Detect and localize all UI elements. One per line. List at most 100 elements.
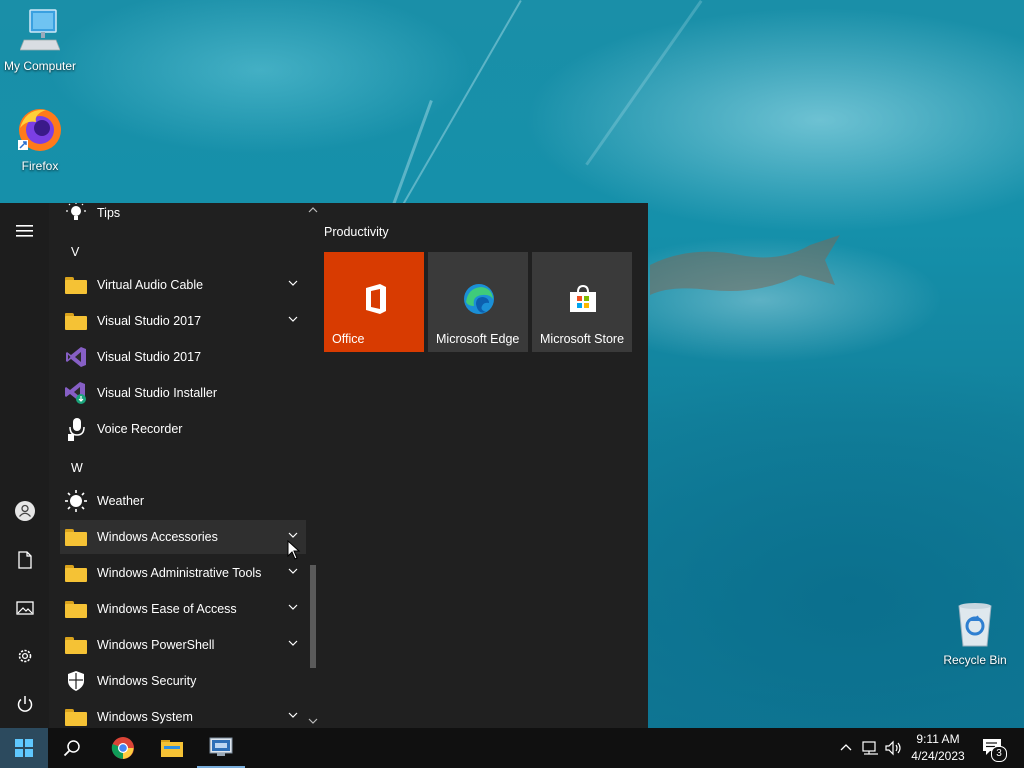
app-folder-windows-powershell[interactable]: Windows PowerShell xyxy=(60,628,306,662)
app-item-visual-studio-2017[interactable]: Visual Studio 2017 xyxy=(60,340,306,374)
tile-microsoft-store[interactable]: Microsoft Store xyxy=(532,252,632,352)
recycle-bin-icon xyxy=(958,603,992,647)
app-item-voice-recorder[interactable]: Voice Recorder xyxy=(60,412,306,446)
app-item-tips[interactable]: Tips xyxy=(60,203,306,230)
app-item-label: Visual Studio Installer xyxy=(97,386,217,400)
app-item-label: Virtual Audio Cable xyxy=(97,278,204,292)
folder-icon xyxy=(65,276,87,294)
shield-icon xyxy=(63,669,89,693)
app-item-label: Windows Ease of Access xyxy=(97,602,237,616)
chrome-icon xyxy=(111,737,134,759)
desktop-icon-my-computer[interactable]: My Computer xyxy=(0,8,80,73)
chevron-down-icon xyxy=(288,640,298,646)
clock-time[interactable]: 9:11 AM xyxy=(905,732,971,746)
folder-icon xyxy=(65,600,87,618)
edge-icon xyxy=(464,284,494,314)
tile-group-title[interactable]: Productivity xyxy=(324,225,389,239)
tile-label: Office xyxy=(332,332,365,346)
app-list-scrollbar[interactable] xyxy=(307,203,319,728)
letter-header-w[interactable]: W xyxy=(71,461,83,475)
folder-icon xyxy=(65,528,87,546)
sun-icon xyxy=(63,489,89,513)
action-center-button[interactable]: 3 xyxy=(982,738,1007,762)
chevron-down-icon xyxy=(288,532,298,538)
swimmer-shape xyxy=(650,235,840,295)
show-hidden-icons-icon[interactable] xyxy=(840,742,852,752)
desktop-icon-label: Firefox xyxy=(21,159,59,173)
app-item-label: Visual Studio 2017 xyxy=(97,350,202,364)
app-item-label: Weather xyxy=(97,494,145,508)
app-list: Tips V Virtual Audio Cable Visual Studio… xyxy=(49,203,307,728)
taskbar: 9:11 AM 4/24/2023 3 xyxy=(0,728,1024,768)
user-account-icon xyxy=(14,501,35,521)
microphone-icon xyxy=(63,417,89,441)
desktop-icon-recycle-bin[interactable]: Recycle Bin xyxy=(935,600,1015,667)
app-item-label: Tips xyxy=(97,206,121,220)
folder-icon xyxy=(65,564,87,582)
volume-icon[interactable] xyxy=(885,740,903,756)
clock-date[interactable]: 4/24/2023 xyxy=(905,749,971,763)
folder-icon xyxy=(65,708,87,726)
app-folder-virtual-audio-cable[interactable]: Virtual Audio Cable xyxy=(60,268,306,302)
app-item-label: Windows Accessories xyxy=(97,530,218,544)
tile-microsoft-edge[interactable]: Microsoft Edge xyxy=(428,252,528,352)
app-folder-windows-administrative-tools[interactable]: Windows Administrative Tools xyxy=(60,556,306,590)
chevron-down-icon xyxy=(288,604,298,610)
tile-label: Microsoft Store xyxy=(540,332,625,346)
app-folder-windows-ease-of-access[interactable]: Windows Ease of Access xyxy=(60,592,306,626)
start-button[interactable] xyxy=(0,728,48,768)
start-menu: Tips V Virtual Audio Cable Visual Studio… xyxy=(0,203,648,728)
app-folder-visual-studio-2017[interactable]: Visual Studio 2017 xyxy=(60,304,306,338)
office-icon xyxy=(366,284,386,314)
app-folder-windows-accessories[interactable]: Windows Accessories xyxy=(60,520,306,554)
letter-header-v[interactable]: V xyxy=(71,245,79,259)
windows-start-icon xyxy=(15,739,33,757)
desktop-icon-label: Recycle Bin xyxy=(943,653,1007,667)
desktop-icon-firefox[interactable]: Firefox xyxy=(0,106,80,173)
settings-button[interactable] xyxy=(0,636,49,676)
file-explorer-icon xyxy=(161,740,183,757)
tile-office[interactable]: Office xyxy=(324,252,424,352)
visual-studio-icon xyxy=(63,345,89,369)
pictures-button[interactable] xyxy=(0,588,49,628)
firefox-icon xyxy=(18,109,61,151)
hamburger-menu-button[interactable] xyxy=(0,211,49,251)
power-button[interactable] xyxy=(0,684,49,724)
app-folder-windows-system[interactable]: Windows System xyxy=(60,700,306,728)
taskbar-file-explorer[interactable] xyxy=(148,728,196,768)
taskbar-remote-desktop[interactable] xyxy=(197,728,245,768)
taskbar-chrome[interactable] xyxy=(99,728,147,768)
settings-icon xyxy=(18,649,31,663)
user-account-button[interactable] xyxy=(0,491,49,531)
app-item-label: Windows Security xyxy=(97,674,197,688)
chevron-down-icon xyxy=(288,712,298,718)
lightbulb-icon xyxy=(63,203,89,225)
documents-button[interactable] xyxy=(0,540,49,580)
search-button[interactable] xyxy=(48,728,96,768)
chevron-down-icon xyxy=(288,568,298,574)
folder-icon xyxy=(65,636,87,654)
chevron-down-icon xyxy=(288,316,298,322)
network-icon[interactable] xyxy=(862,740,880,756)
chevron-down-icon xyxy=(288,280,298,286)
start-menu-rail xyxy=(0,203,49,728)
scroll-down-icon[interactable] xyxy=(308,716,318,726)
scrollbar-thumb[interactable] xyxy=(310,565,316,668)
notification-count-badge: 3 xyxy=(991,746,1007,762)
app-item-label: Visual Studio 2017 xyxy=(97,314,202,328)
app-item-weather[interactable]: Weather xyxy=(60,484,306,518)
pictures-icon xyxy=(15,601,34,615)
computer-icon xyxy=(19,9,61,51)
store-icon xyxy=(570,284,596,312)
folder-icon xyxy=(65,312,87,330)
app-item-label: Windows Administrative Tools xyxy=(97,566,262,580)
mouse-cursor-icon xyxy=(287,540,301,560)
power-icon xyxy=(17,696,32,712)
app-item-windows-security[interactable]: Windows Security xyxy=(60,664,306,698)
scroll-up-icon[interactable] xyxy=(308,205,318,215)
app-item-visual-studio-installer[interactable]: Visual Studio Installer xyxy=(60,376,306,410)
desktop-icon-label: My Computer xyxy=(3,59,77,73)
visual-studio-installer-icon xyxy=(63,381,89,405)
search-icon xyxy=(63,740,80,757)
app-item-label: Voice Recorder xyxy=(97,422,183,436)
